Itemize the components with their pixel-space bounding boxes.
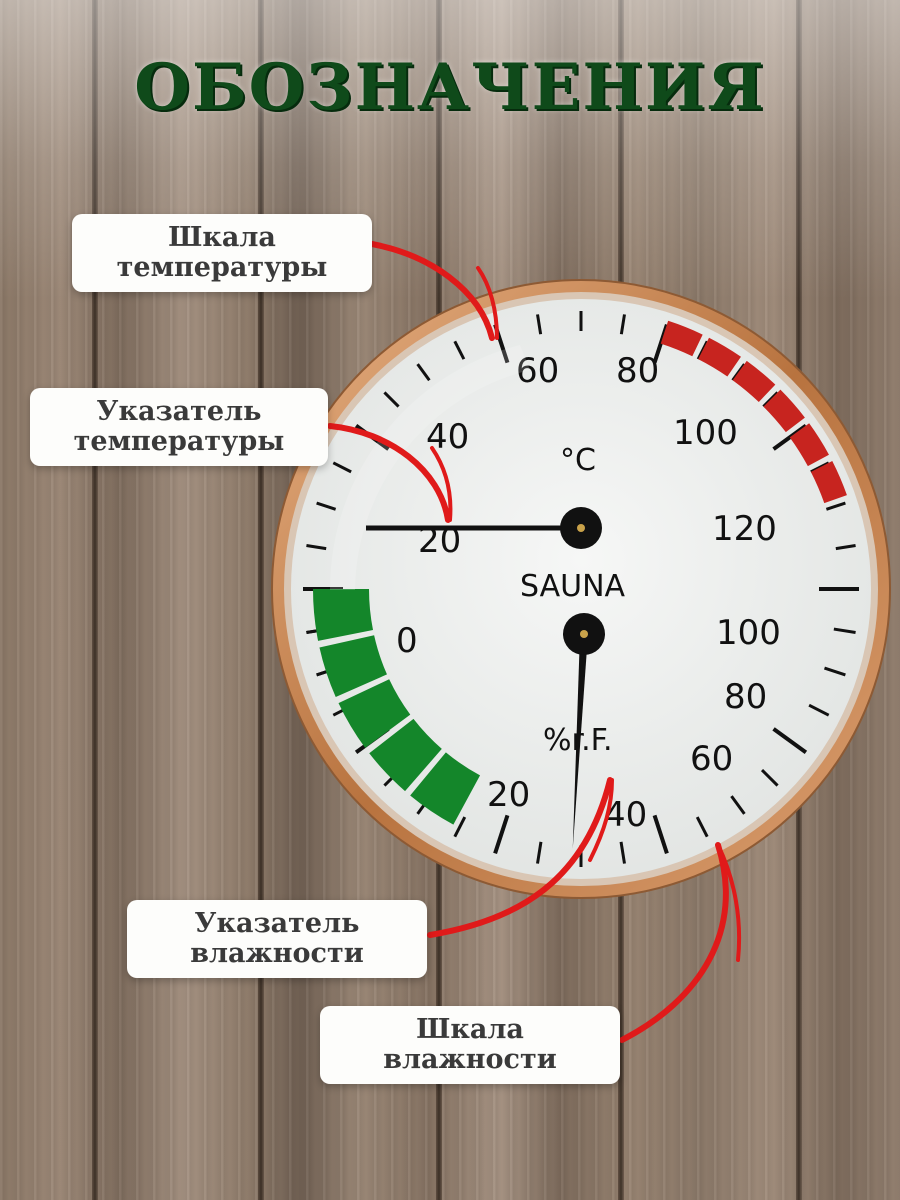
label-humidity-scale-line2: влажности [383, 1044, 557, 1075]
label-temperature-pointer-line1: Указатель [96, 396, 262, 427]
label-temperature-scale-line2: температуры [116, 252, 328, 283]
temp-tick-label: 100 [673, 413, 738, 453]
humidity-tick-label: 20 [487, 775, 530, 815]
temperature-needle-pin [577, 524, 585, 532]
temp-tick-label: 120 [712, 509, 777, 549]
humidity-tick-label: 100 [716, 613, 781, 653]
temperature-unit-label: °C [560, 443, 596, 478]
label-humidity-scale-line1: Шкала [416, 1014, 524, 1045]
temp-tick-label: 80 [616, 351, 659, 391]
humidity-tick-label: 80 [724, 677, 767, 717]
label-temperature-scale: Шкала температуры [72, 214, 372, 292]
label-temperature-scale-line1: Шкала [168, 222, 276, 253]
label-temperature-pointer-line2: температуры [73, 426, 285, 457]
humidity-tick-label: 60 [690, 739, 733, 779]
humidity-needle-pin [580, 630, 588, 638]
label-humidity-scale: Шкала влажности [320, 1006, 620, 1084]
device-label: SAUNA [520, 569, 626, 604]
label-humidity-pointer-line1: Указатель [194, 908, 360, 939]
label-humidity-pointer-line2: влажности [190, 938, 364, 969]
label-humidity-pointer: Указатель влажности [127, 900, 427, 978]
label-temperature-pointer: Указатель температуры [30, 388, 328, 466]
humidity-tick-label: 0 [396, 621, 418, 661]
